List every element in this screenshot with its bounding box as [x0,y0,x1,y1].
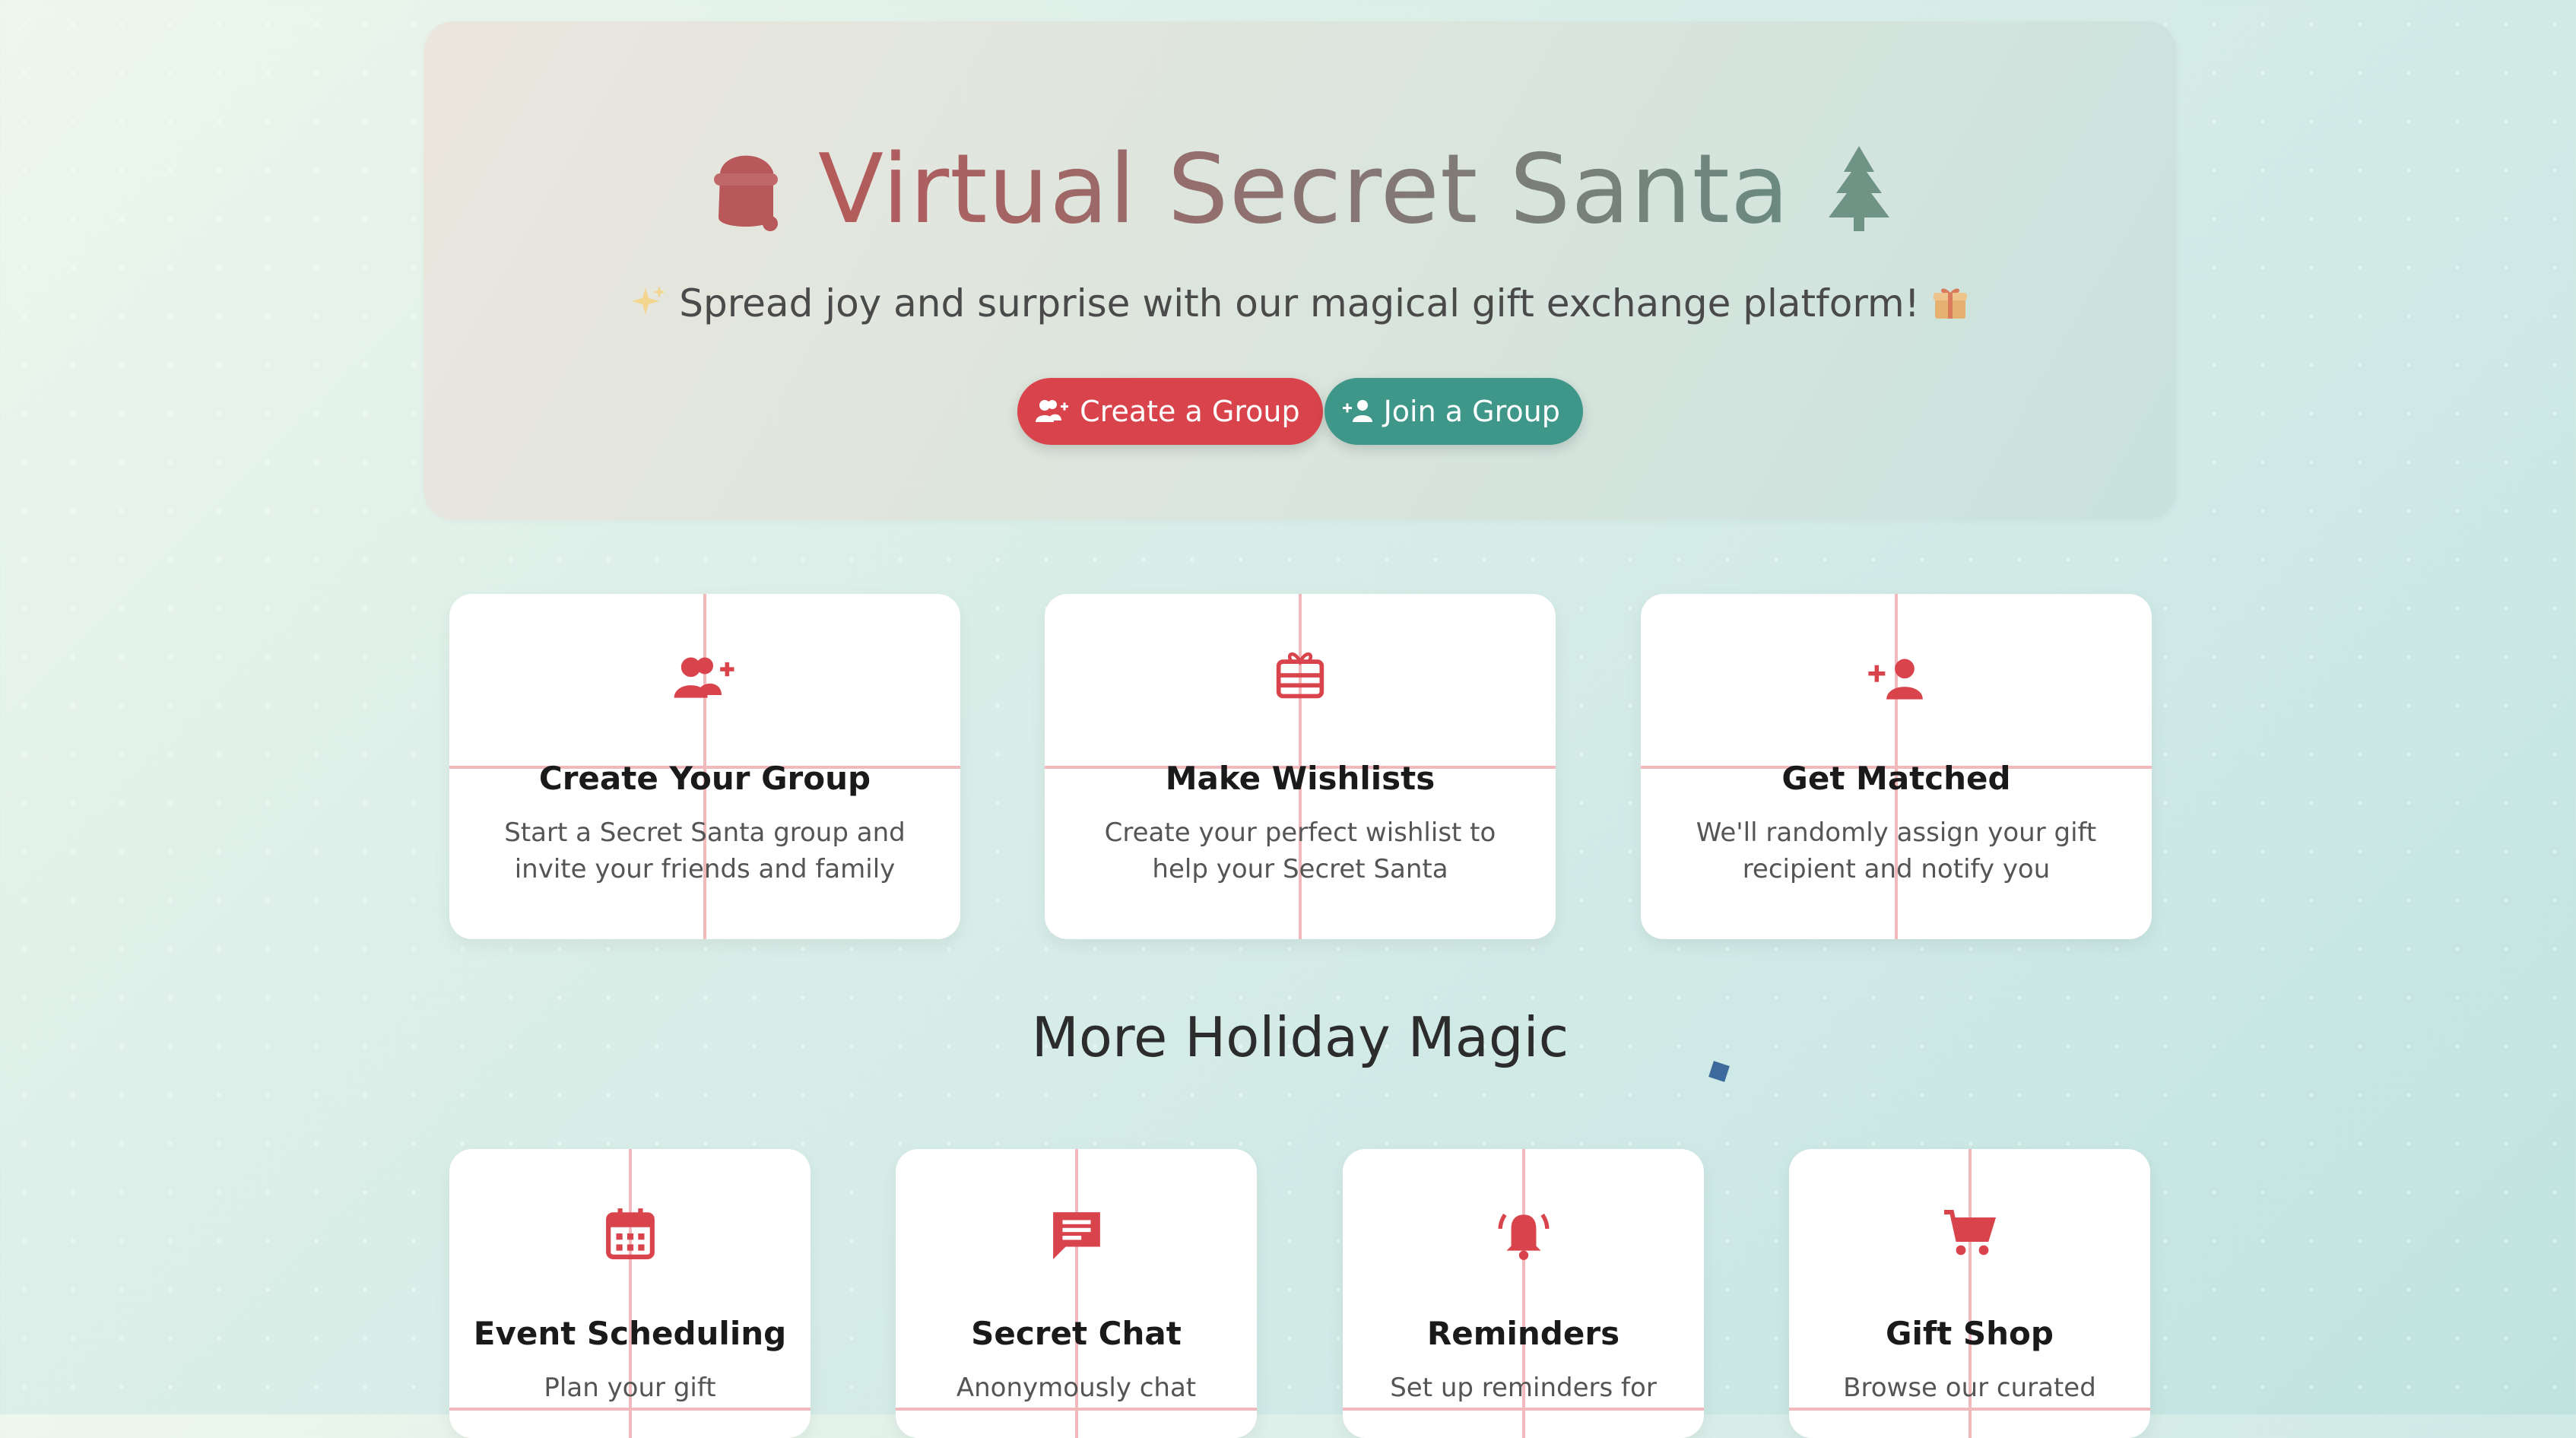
person-add-icon [1342,400,1372,422]
hero-subtitle: Spread joy and surprise with our magical… [424,281,2177,329]
person-add-icon [1641,655,2152,705]
hero-subtitle-text: Spread joy and surprise with our magical… [679,281,1920,325]
bell-icon [1343,1205,1704,1262]
calendar-icon [449,1207,811,1260]
grid-line [1343,1408,1704,1411]
chat-icon [896,1207,1257,1262]
feature-title: Create Your Group [538,760,871,797]
magic-card-description: Anonymously chat [956,1373,1197,1403]
feature-card-wishlists[interactable]: Make Wishlists Create your perfect wishl… [1045,594,1556,939]
hero-banner: Virtual Secret Santa Spread joy and surp… [424,21,2177,520]
feature-card-get-matched[interactable]: Get Matched We'll randomly assign your g… [1641,594,2152,939]
magic-card-description: Browse our curated [1843,1373,2096,1403]
cart-icon [1789,1207,2150,1260]
magic-card-event-scheduling[interactable]: Event Scheduling Plan your gift [449,1149,811,1438]
gift-icon [1932,284,1968,329]
create-group-label: Create a Group [1080,395,1300,428]
feature-description: We'll randomly assign your gift recipien… [1696,817,2097,884]
magic-card-description: Plan your gift [544,1373,716,1403]
magic-card-secret-chat[interactable]: Secret Chat Anonymously chat [896,1149,1257,1438]
page-title-text: Virtual Secret Santa [817,133,1791,246]
gift-card-icon [1045,650,1556,702]
section-title-more-holiday-magic: More Holiday Magic [1031,1005,1569,1069]
group-add-icon [449,653,960,703]
grid-line [449,1408,811,1411]
magic-card-title: Event Scheduling [473,1315,787,1352]
feature-title: Make Wishlists [1165,760,1436,797]
feature-description: Start a Secret Santa group and invite yo… [504,817,906,884]
join-group-button[interactable]: Join a Group [1324,378,1583,445]
group-add-icon [1036,400,1069,422]
christmas-tree-icon [1829,146,1890,232]
create-group-button[interactable]: Create a Group [1017,378,1323,445]
grid-line [1789,1408,2150,1411]
magic-card-title: Reminders [1426,1315,1620,1352]
join-group-label: Join a Group [1383,395,1560,428]
magic-card-title: Secret Chat [971,1315,1182,1352]
sparkles-icon [632,284,667,329]
magic-card-title: Gift Shop [1886,1315,2054,1352]
feature-title: Get Matched [1781,760,2011,797]
feature-description: Create your perfect wishlist to help you… [1104,817,1496,884]
grid-line [896,1408,1257,1411]
hero-actions: Create a Group Join a Group [424,378,2177,445]
feature-card-create-group[interactable]: Create Your Group Start a Secret Santa g… [449,594,960,939]
santa-icon [713,155,778,232]
magic-card-reminders[interactable]: Reminders Set up reminders for [1343,1149,1704,1438]
magic-card-description: Set up reminders for [1390,1373,1657,1403]
page-title: Virtual Secret Santa [424,135,2177,237]
magic-card-gift-shop[interactable]: Gift Shop Browse our curated [1789,1149,2150,1438]
